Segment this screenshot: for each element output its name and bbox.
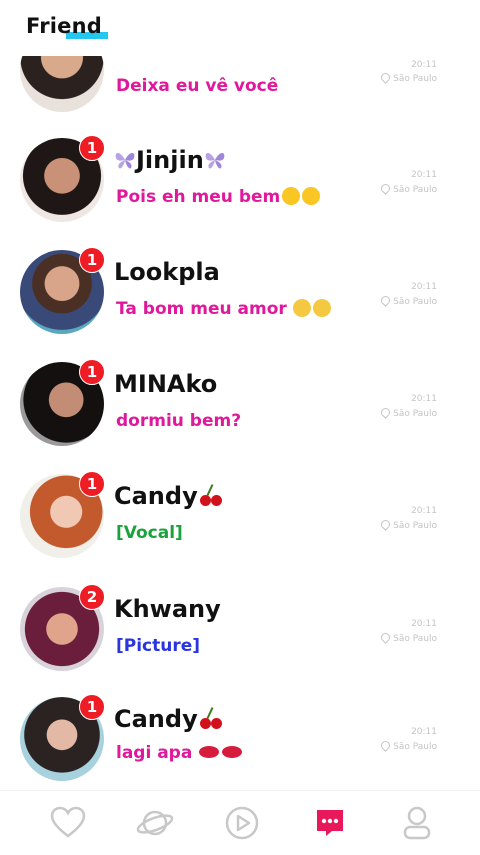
location-pin-icon	[379, 406, 393, 419]
location-pin-icon	[379, 631, 393, 644]
location-pin-icon	[379, 71, 393, 84]
avatar: 1	[20, 247, 105, 334]
message-preview: [Picture]	[116, 636, 201, 656]
location-label: São Paulo	[379, 739, 437, 752]
app-header: Friend	[0, 0, 480, 56]
location-label: São Paulo	[379, 518, 437, 531]
message-time: 20:11	[411, 394, 437, 404]
bottom-tab-bar	[0, 790, 480, 855]
location-pin-icon	[379, 294, 393, 307]
tab-heart[interactable]	[48, 803, 88, 843]
star-eyes-emoji-icon	[282, 187, 301, 205]
message-preview: lagi apa	[116, 743, 243, 763]
contact-name: Lookpla	[114, 258, 220, 286]
play-icon	[225, 806, 259, 840]
message-preview: Deixa eu vê você	[116, 76, 279, 96]
conversation-row[interactable]: 1 Lookpla Ta bom meu amor 20:11 São Paul…	[0, 247, 480, 362]
tab-planet[interactable]	[135, 803, 175, 843]
message-time: 20:11	[411, 619, 437, 629]
avatar: 1	[20, 135, 105, 222]
location-label: São Paulo	[379, 631, 437, 644]
page-title: Friend	[26, 14, 102, 38]
conversation-list: Deixa eu vê você 20:11 São Paulo 1 Jinji…	[0, 0, 480, 790]
message-preview: [Vocal]	[116, 523, 183, 543]
star-eyes-emoji-icon	[302, 187, 321, 205]
tab-chat[interactable]	[310, 803, 350, 843]
location-label: São Paulo	[379, 71, 437, 84]
tab-play[interactable]	[222, 803, 262, 843]
message-preview: dormiu bem?	[116, 411, 242, 431]
avatar: 1	[20, 694, 105, 781]
unread-badge: 2	[79, 584, 105, 610]
contact-name: Candy	[114, 482, 224, 510]
message-time: 20:11	[411, 727, 437, 737]
location-pin-icon	[379, 182, 393, 195]
hushed-emoji-icon	[312, 299, 331, 317]
contact-name: Candy	[114, 705, 224, 733]
unread-badge: 1	[79, 471, 105, 497]
contact-name: MINAko	[114, 370, 218, 398]
avatar: 1	[20, 359, 105, 446]
contact-name: Khwany	[114, 595, 221, 623]
conversation-row[interactable]: 1 MINAko dormiu bem? 20:11 São Paulo	[0, 359, 480, 474]
unread-badge: 1	[79, 135, 105, 161]
cherry-emoji-icon	[199, 707, 224, 729]
location-label: São Paulo	[379, 182, 437, 195]
butterfly-icon	[205, 153, 225, 169]
conversation-row[interactable]: 1 Candy lagi apa 20:11 São Paulo	[0, 694, 480, 790]
heart-icon	[50, 806, 86, 838]
conversation-row[interactable]: 1 Jinjin Pois eh meu bem 20:11 São Paulo	[0, 135, 480, 250]
butterfly-icon	[115, 153, 135, 169]
kiss-lips-emoji-icon	[199, 746, 220, 758]
unread-badge: 1	[79, 359, 105, 385]
conversation-row[interactable]: 1 Candy [Vocal] 20:11 São Paulo	[0, 471, 480, 586]
hushed-emoji-icon	[292, 299, 311, 317]
location-label: São Paulo	[379, 406, 437, 419]
message-time: 20:11	[411, 170, 437, 180]
message-preview: Ta bom meu amor	[116, 299, 331, 319]
message-preview: Pois eh meu bem	[116, 187, 321, 207]
unread-badge: 1	[79, 247, 105, 273]
location-pin-icon	[379, 739, 393, 752]
cherry-emoji-icon	[199, 484, 224, 506]
planet-icon	[136, 810, 174, 836]
conversation-row[interactable]: 2 Khwany [Picture] 20:11 São Paulo	[0, 584, 480, 699]
unread-badge: 1	[79, 694, 105, 720]
message-time: 20:11	[411, 506, 437, 516]
kiss-lips-emoji-icon	[222, 746, 243, 758]
contact-name: Jinjin	[114, 146, 226, 174]
tab-profile[interactable]	[397, 803, 437, 843]
avatar: 1	[20, 471, 105, 558]
location-label: São Paulo	[379, 294, 437, 307]
avatar: 2	[20, 584, 105, 671]
chat-icon	[317, 810, 343, 836]
message-time: 20:11	[411, 60, 437, 70]
location-pin-icon	[379, 518, 393, 531]
profile-icon	[403, 806, 431, 840]
message-time: 20:11	[411, 282, 437, 292]
